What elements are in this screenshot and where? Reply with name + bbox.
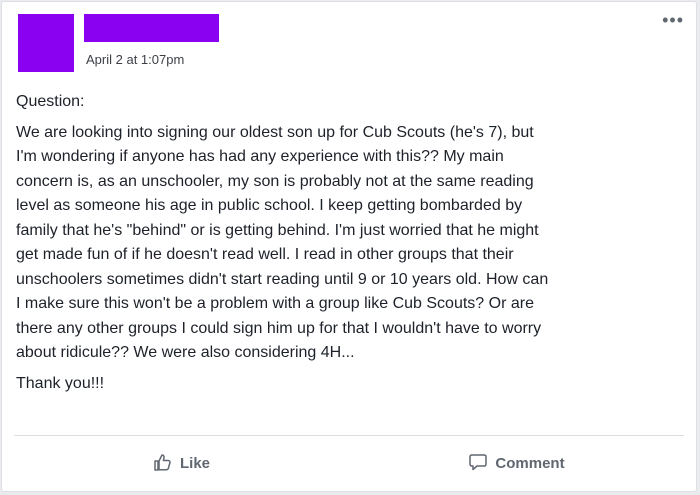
comment-label: Comment — [495, 455, 565, 472]
post-actions-bar: Like Comment — [14, 436, 684, 491]
post-line: get made fun of if he doesn't read well.… — [16, 246, 514, 263]
facebook-post: April 2 at 1:07pm ••• Question: We are l… — [1, 1, 697, 492]
comment-button[interactable]: Comment — [349, 436, 684, 491]
post-line: family that he's "behind" or is getting … — [16, 221, 539, 239]
like-label: Like — [179, 455, 210, 472]
post-line: level as someone his age in public schoo… — [16, 197, 523, 214]
post-timestamp[interactable]: April 2 at 1:07pm — [86, 52, 184, 67]
post-line: We are looking into signing our oldest s… — [16, 123, 534, 141]
post-line: about ridicule?? We were also considerin… — [16, 344, 355, 361]
comment-bubble-icon — [468, 452, 495, 476]
post-paragraph: We are looking into signing our oldest s… — [16, 121, 684, 366]
post-line: I make sure this won't be a problem with… — [16, 295, 534, 312]
post-line: concern is, as an unschooler, my son is … — [16, 172, 534, 190]
author-name-redacted[interactable] — [84, 14, 219, 42]
avatar-redacted[interactable] — [18, 14, 74, 72]
post-signoff: Thank you!!! — [16, 374, 105, 392]
post-line: unschoolers sometimes didn't start readi… — [16, 270, 549, 288]
post-heading: Question: — [16, 93, 85, 110]
thumbs-up-icon — [153, 452, 180, 476]
post-line: there any other groups I could sign him … — [16, 319, 542, 337]
like-button[interactable]: Like — [14, 436, 349, 491]
post-body: Question: We are looking into signing ou… — [16, 90, 684, 396]
post-line: I'm wondering if anyone has had any expe… — [16, 148, 504, 165]
more-options-icon[interactable]: ••• — [662, 11, 684, 29]
